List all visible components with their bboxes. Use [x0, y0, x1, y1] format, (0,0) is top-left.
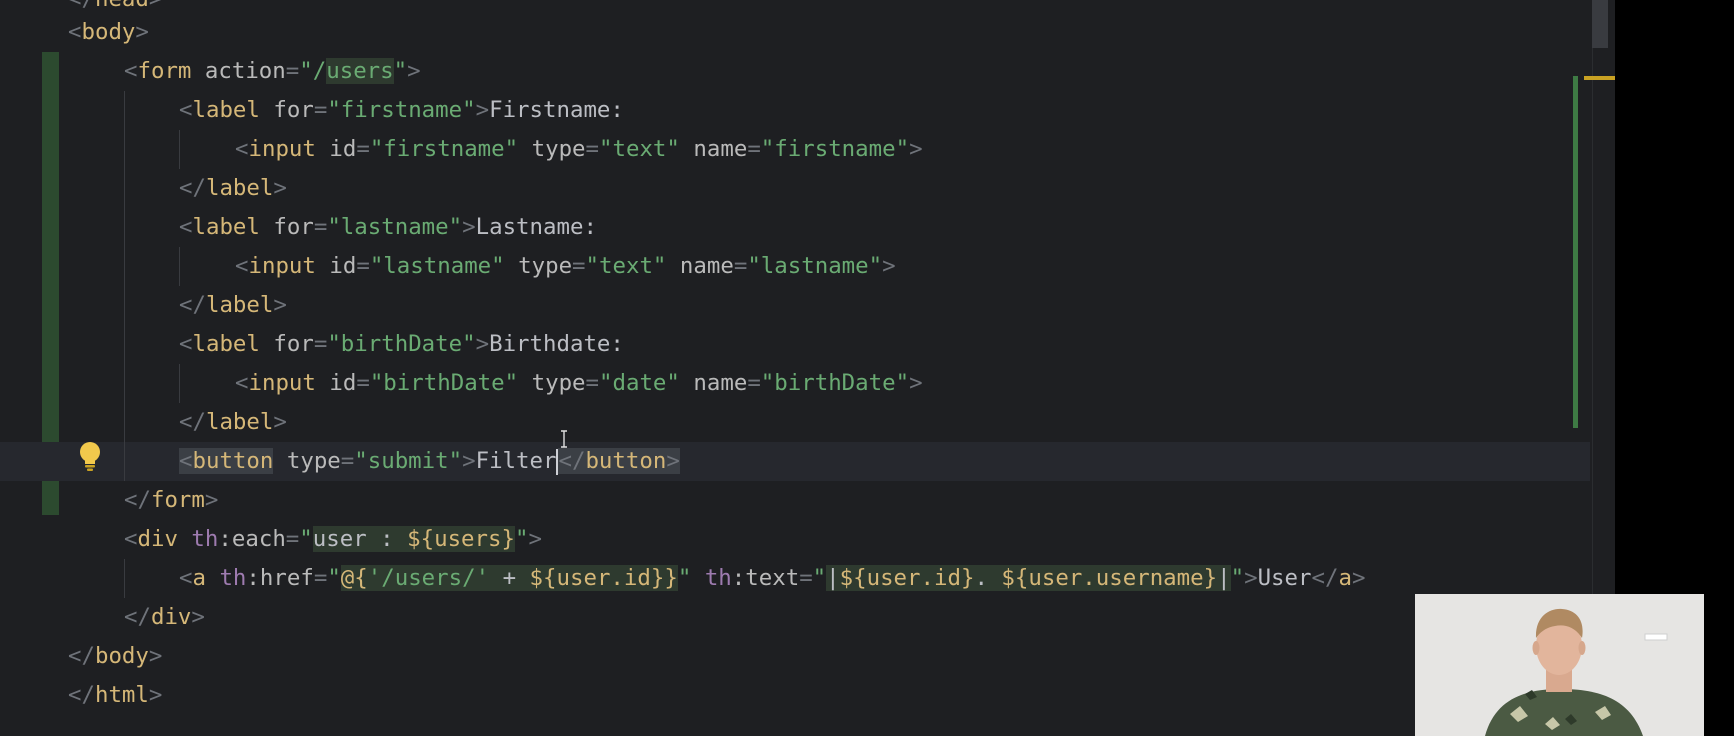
line-content: <a th:href="@{'/users/' + ${user.id}}" t… — [179, 565, 1366, 591]
code-line: </label> — [0, 169, 287, 208]
mouse-cursor-icon — [561, 430, 567, 448]
indent-guide — [124, 325, 125, 364]
code-line: </div> — [0, 598, 205, 637]
code-line: </html> — [0, 676, 162, 715]
webcam-overlay — [1415, 594, 1704, 736]
line-content: <button type="submit">Filter</button> — [179, 448, 680, 475]
indent-guide — [124, 247, 125, 286]
code-line: </form> — [0, 481, 218, 520]
indent-guide — [179, 247, 180, 286]
code-line: <form action="/users"> — [0, 52, 421, 91]
indent-guide — [124, 91, 125, 130]
code-line: </label> — [0, 403, 287, 442]
line-content: <form action="/users"> — [124, 58, 421, 84]
line-content: </body> — [68, 643, 163, 669]
line-content: <label for="lastname">Lastname: — [179, 214, 597, 240]
code-line: <div th:each="user : ${users}"> — [0, 520, 542, 559]
line-content: </label> — [179, 175, 287, 201]
code-line: <a th:href="@{'/users/' + ${user.id}}" t… — [0, 559, 1365, 598]
line-content: </html> — [68, 682, 163, 708]
indent-guide — [179, 364, 180, 403]
code-line: <label for="firstname">Firstname: — [0, 91, 624, 130]
code-line: <input id="lastname" type="text" name="l… — [0, 247, 896, 286]
indent-guide — [124, 364, 125, 403]
line-content: <div th:each="user : ${users}"> — [124, 526, 542, 552]
indent-guide — [124, 442, 125, 481]
line-content: </div> — [124, 604, 205, 630]
scrollbar-thumb[interactable] — [1592, 0, 1608, 48]
indent-guide — [124, 403, 125, 442]
current-code-line: <button type="submit">Filter</button> — [0, 442, 1590, 481]
code-line: <label for="birthDate">Birthdate: — [0, 325, 624, 364]
line-content: <input id="firstname" type="text" name="… — [235, 136, 923, 162]
line-content: </label> — [179, 292, 287, 318]
warning-marker-stripe — [1584, 76, 1615, 80]
indent-guide — [179, 130, 180, 169]
line-content: <body> — [68, 19, 149, 45]
code-line: <input id="firstname" type="text" name="… — [0, 130, 923, 169]
code-line: <input id="birthDate" type="date" name="… — [0, 364, 923, 403]
code-line: <body> — [0, 13, 149, 52]
indent-guide — [124, 208, 125, 247]
line-content: </label> — [179, 409, 287, 435]
line-content: <label for="firstname">Firstname: — [179, 97, 624, 123]
code-line: </body> — [0, 637, 162, 676]
change-marker-stripe — [1573, 76, 1578, 428]
line-content: </form> — [124, 487, 219, 513]
code-area[interactable]: </head> <body> <form action="/users"> <l… — [0, 0, 1615, 736]
indent-guide — [124, 130, 125, 169]
code-line: <label for="lastname">Lastname: — [0, 208, 597, 247]
lightbulb-icon[interactable] — [77, 441, 103, 471]
indent-guide — [124, 169, 125, 208]
line-content: <input id="lastname" type="text" name="l… — [235, 253, 896, 279]
presenter-video-image — [1415, 594, 1704, 736]
code-editor[interactable]: </head> <body> <form action="/users"> <l… — [0, 0, 1734, 736]
line-content: <label for="birthDate">Birthdate: — [179, 331, 624, 357]
code-line: </label> — [0, 286, 287, 325]
indent-guide — [124, 286, 125, 325]
indent-guide — [124, 559, 125, 598]
line-content: <input id="birthDate" type="date" name="… — [235, 370, 923, 396]
